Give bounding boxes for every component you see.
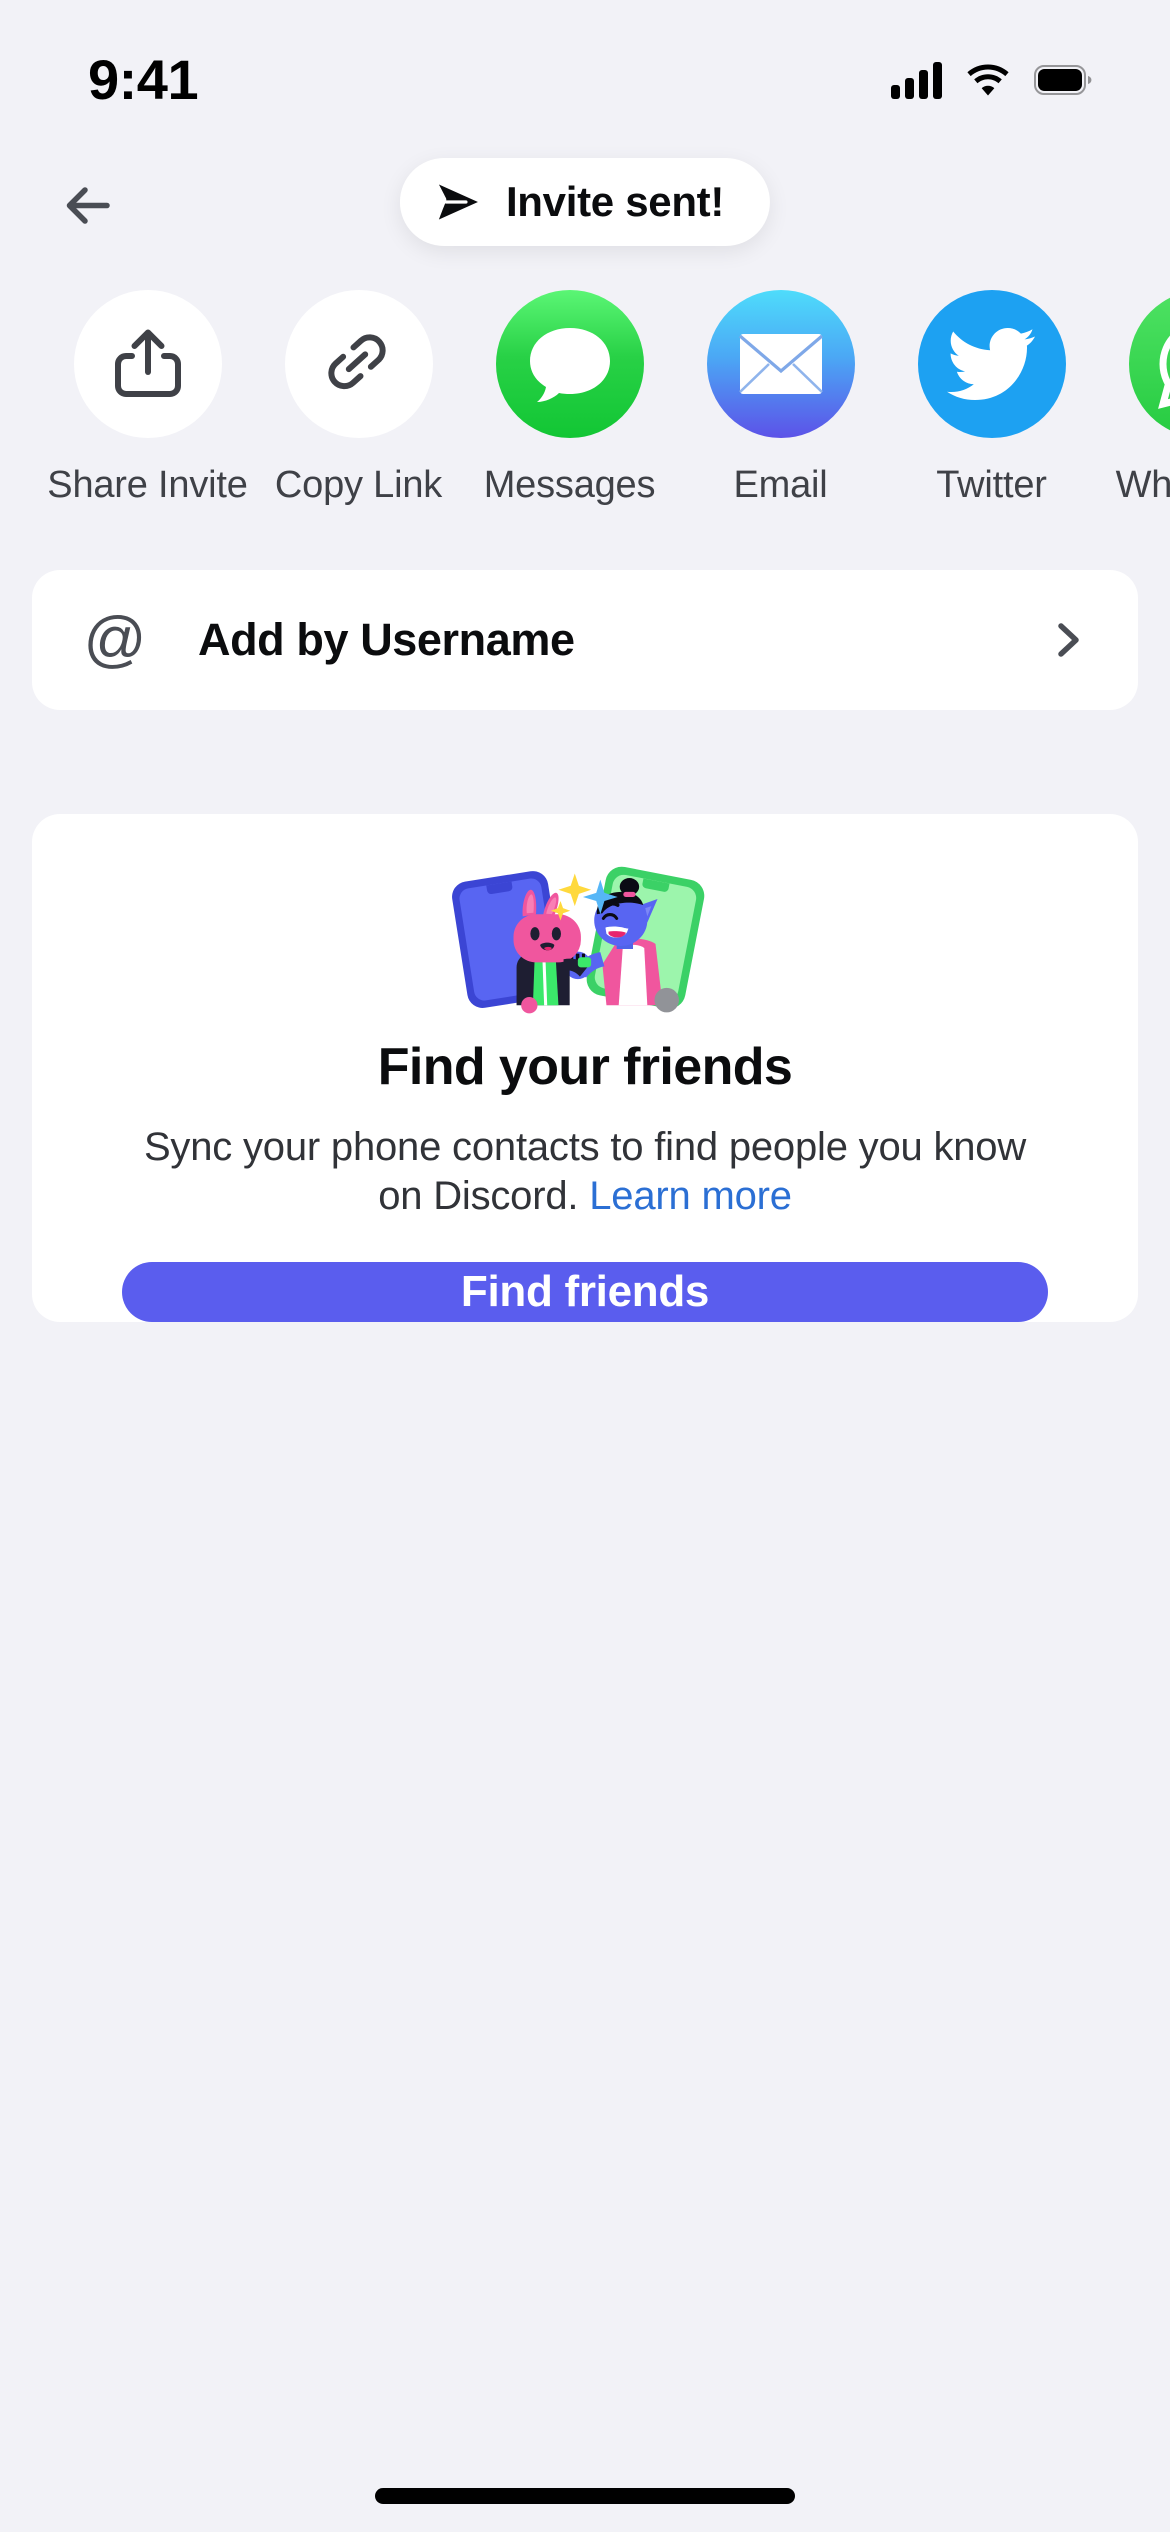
two-characters-fist-bump-phones-illustration bbox=[452, 866, 705, 1014]
home-indicator[interactable] bbox=[375, 2488, 795, 2504]
copy-link-icon-circle bbox=[284, 290, 433, 438]
share-upload-icon bbox=[114, 329, 181, 397]
share-invite-icon-circle bbox=[73, 290, 222, 438]
add-by-username-label: Add by Username bbox=[198, 614, 575, 665]
share-option-copy-link[interactable]: Copy Link bbox=[253, 290, 464, 507]
share-option-label: Copy Link bbox=[274, 464, 443, 506]
whatsapp-icon bbox=[1157, 335, 1170, 409]
wifi-icon bbox=[967, 64, 1009, 96]
find-friends-button[interactable]: Find friends bbox=[122, 1261, 1048, 1322]
arrow-left-icon bbox=[66, 187, 110, 224]
add-by-username-row[interactable]: @ Add by Username bbox=[32, 570, 1138, 710]
learn-more-link[interactable]: Learn more bbox=[589, 1174, 792, 1218]
envelope-icon bbox=[738, 334, 823, 394]
share-options-row[interactable]: Share Invite Copy Link Messages Email Tw… bbox=[0, 290, 1170, 507]
send-icon bbox=[438, 184, 478, 220]
status-bar-indicators bbox=[891, 61, 1092, 99]
app-screen: 9:41 Invite sent! Share Invite Copy Link… bbox=[0, 0, 1170, 2532]
status-bar: 9:41 bbox=[0, 0, 1170, 132]
find-friends-card: Find your friends Sync your phone contac… bbox=[32, 814, 1138, 1322]
share-option-label: Email bbox=[733, 464, 828, 506]
share-option-whatsapp[interactable]: WhatsApp bbox=[1097, 290, 1170, 507]
find-friends-description: Sync your phone contacts to find people … bbox=[125, 1123, 1045, 1222]
invite-sent-toast: Invite sent! bbox=[399, 158, 771, 246]
find-friends-title: Find your friends bbox=[377, 1037, 793, 1096]
status-bar-time: 9:41 bbox=[88, 48, 199, 111]
cellular-signal-icon bbox=[891, 61, 942, 99]
messages-icon-circle bbox=[495, 290, 644, 438]
share-option-twitter[interactable]: Twitter bbox=[886, 290, 1097, 507]
share-option-share-invite[interactable]: Share Invite bbox=[42, 290, 253, 507]
share-option-messages[interactable]: Messages bbox=[464, 290, 675, 507]
at-symbol-icon: @ bbox=[83, 605, 147, 674]
find-friends-description-text: Sync your phone contacts to find people … bbox=[143, 1124, 1027, 1219]
toast-message: Invite sent! bbox=[505, 178, 725, 225]
whatsapp-icon-circle bbox=[1128, 290, 1170, 438]
share-option-label: WhatsApp bbox=[1115, 464, 1170, 506]
link-chain-icon bbox=[327, 334, 386, 390]
twitter-bird-icon bbox=[946, 328, 1035, 400]
email-icon-circle bbox=[706, 290, 855, 438]
back-button[interactable] bbox=[40, 158, 136, 254]
share-option-label: Twitter bbox=[936, 464, 1047, 506]
speech-bubble-icon bbox=[529, 328, 610, 402]
twitter-icon-circle bbox=[917, 290, 1066, 438]
chevron-right-icon bbox=[1046, 618, 1090, 662]
share-option-email[interactable]: Email bbox=[675, 290, 886, 507]
share-option-label: Messages bbox=[483, 464, 656, 506]
battery-full-icon bbox=[1034, 65, 1092, 95]
navigation-row: Invite sent! bbox=[0, 150, 1170, 260]
share-option-label: Share Invite bbox=[47, 464, 248, 506]
